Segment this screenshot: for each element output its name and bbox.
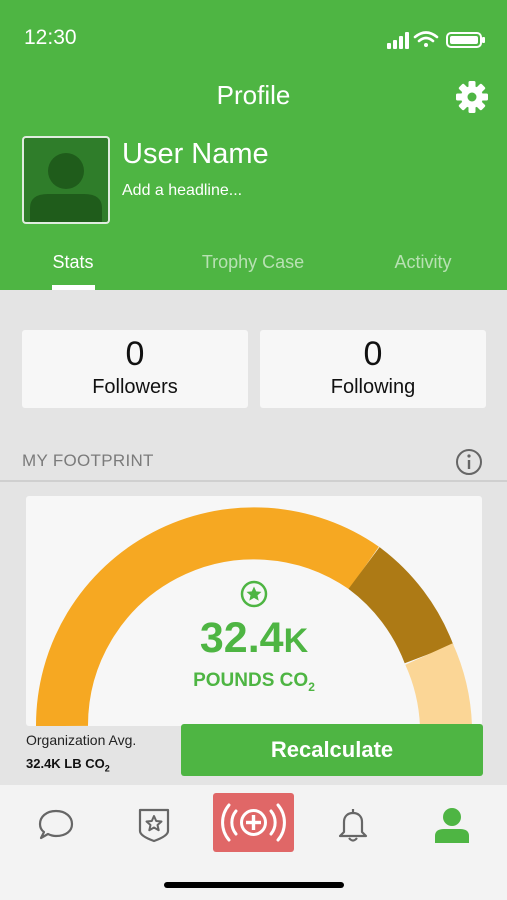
home-indicator: [164, 882, 344, 888]
profile-header: 12:30 Profile User Name Add a headline..…: [0, 0, 507, 290]
footprint-value: 32.4K: [26, 614, 482, 663]
org-avg-value: 32.4K LB CO2: [26, 756, 110, 774]
tab-stats[interactable]: Stats: [40, 252, 106, 273]
page-title: Profile: [216, 80, 291, 110]
chat-icon[interactable]: [36, 805, 76, 845]
footprint-unit-main: POUNDS CO: [193, 670, 309, 691]
org-avg-label: Organization Avg.: [26, 732, 137, 748]
tab-activity[interactable]: Activity: [378, 252, 468, 273]
recalculate-button[interactable]: Recalculate: [181, 724, 483, 776]
gear-icon[interactable]: [455, 80, 489, 114]
status-icons: [387, 31, 485, 49]
bottom-nav: [0, 785, 507, 900]
alert-button[interactable]: [213, 793, 294, 852]
badge-star-icon[interactable]: [134, 805, 174, 845]
user-name: User Name: [122, 138, 269, 170]
footprint-number: 32.4: [199, 614, 284, 662]
org-avg-main: 32.4K LB CO: [26, 756, 105, 771]
footprint-unit-sub: 2: [308, 679, 315, 694]
avatar[interactable]: [22, 136, 110, 224]
tab-trophy-case[interactable]: Trophy Case: [180, 252, 326, 273]
status-time: 12:30: [24, 26, 77, 49]
footprint-gauge-card: 32.4K POUNDS CO2: [26, 496, 482, 726]
followers-count: 0: [125, 335, 145, 373]
info-icon[interactable]: [455, 448, 483, 476]
stats-content: 0 Followers 0 Following MY FOOTPRINT 32.…: [0, 290, 507, 785]
wifi-icon: [413, 31, 439, 47]
footprint-suffix: K: [283, 622, 309, 660]
followers-card[interactable]: 0 Followers: [22, 330, 248, 408]
signal-icon: [387, 32, 409, 49]
alert-plus-icon: [221, 803, 286, 842]
user-silhouette-icon: [30, 153, 102, 222]
following-label: Following: [330, 376, 416, 398]
following-count: 0: [363, 335, 383, 373]
followers-label: Followers: [92, 376, 178, 398]
following-card[interactable]: 0 Following: [260, 330, 486, 408]
battery-icon: [446, 32, 485, 48]
section-divider: [0, 480, 507, 482]
org-avg-sub: 2: [104, 763, 110, 774]
footprint-unit: POUNDS CO2: [26, 670, 482, 694]
section-label-footprint: MY FOOTPRINT: [22, 451, 154, 470]
bell-icon[interactable]: [333, 805, 373, 845]
headline-link[interactable]: Add a headline...: [122, 182, 242, 200]
star-badge-icon: [240, 580, 268, 608]
profile-icon[interactable]: [432, 805, 472, 845]
